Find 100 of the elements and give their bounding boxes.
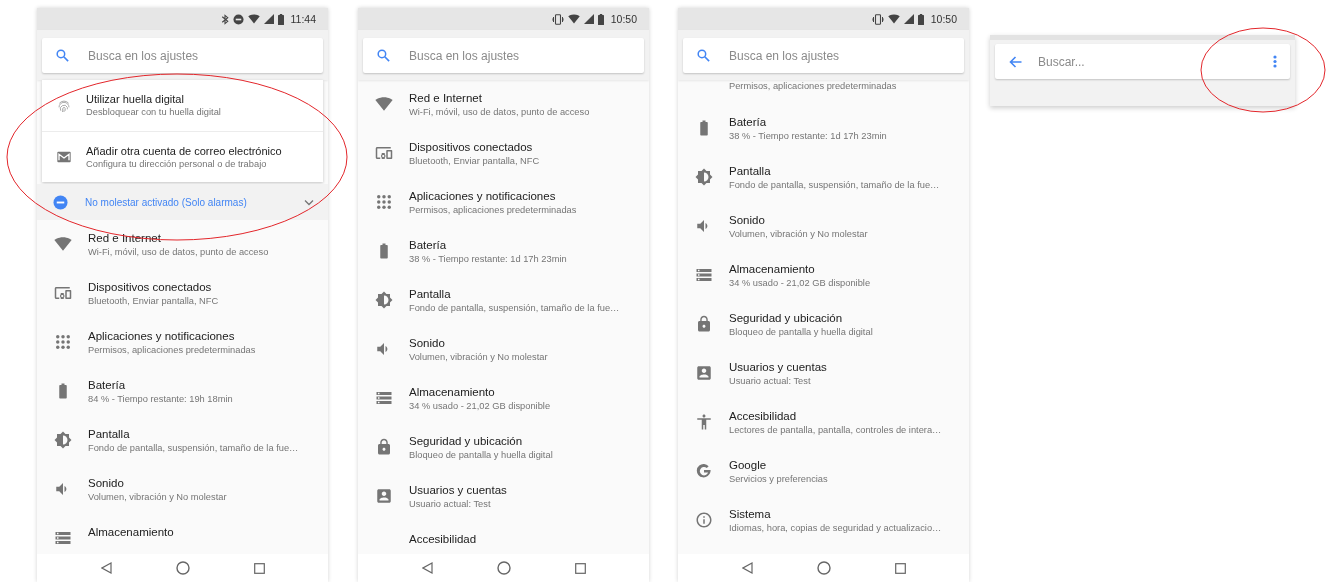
home-button[interactable]	[496, 561, 511, 575]
suggestion-title: Utilizar huella digital	[86, 92, 185, 106]
settings-item[interactable]: Batería 38 % - Tiempo restante: 1d 17h 23min	[678, 104, 969, 153]
grid-icon	[53, 333, 72, 351]
search-icon	[376, 48, 391, 63]
suggestion-item[interactable]: Utilizar huella digital Desbloquear con tu huella digital	[42, 80, 323, 131]
item-title: Sonido	[729, 213, 766, 228]
settings-item[interactable]: Sonido Volumen, vibración y No molestar	[678, 202, 969, 251]
recents-button[interactable]	[253, 562, 265, 574]
settings-item[interactable]: Usuarios y cuentas Usuario actual: Test	[678, 349, 969, 398]
home-button[interactable]	[175, 561, 190, 575]
item-title: Pantalla	[88, 427, 131, 442]
item-title: Dispositivos conectados	[88, 280, 213, 295]
search-field[interactable]: Busca en los ajustes	[42, 38, 323, 73]
settings-item[interactable]: Almacenamiento 34 % usado - 21,02 GB disponible	[678, 251, 969, 300]
devices-icon	[53, 284, 72, 302]
settings-item[interactable]: Aplicaciones y notificaciones Permisos, aplicaciones predeterminadas	[358, 178, 649, 227]
item-title: Almacenamiento	[409, 385, 496, 400]
recents-button[interactable]	[894, 562, 906, 574]
item-title: Almacenamiento	[88, 525, 175, 540]
settings-item[interactable]: Batería 84 % - Tiempo restante: 19h 18min	[37, 367, 328, 416]
item-title: Pantalla	[409, 287, 452, 302]
item-subtitle: 34 % usado - 21,02 GB disponible	[409, 400, 552, 413]
back-icon	[100, 562, 112, 574]
home-icon	[816, 561, 831, 575]
settings-item[interactable]: Seguridad y ubicación Bloqueo de pantalla y huella digital	[678, 300, 969, 349]
info-icon	[694, 511, 713, 529]
item-subtitle: Fondo de pantalla, suspensión, tamaño de la fue…	[88, 442, 300, 455]
item-subtitle: Permisos, aplicaciones predeterminadas	[409, 204, 578, 217]
back-arrow-icon[interactable]	[1009, 55, 1022, 68]
clock: 10:50	[930, 13, 957, 25]
search-input[interactable]: Buscar...	[1038, 54, 1257, 69]
item-title: Red e Internet	[409, 91, 483, 106]
settings-item[interactable]: Almacenamiento 34 % usado - 21,02 GB disponible	[358, 374, 649, 423]
item-subtitle: Bloqueo de pantalla y huella digital	[409, 449, 554, 462]
settings-item[interactable]: Sistema Idiomas, hora, copias de seguridad y actualizacio…	[678, 496, 969, 545]
back-button[interactable]	[100, 562, 112, 574]
vibrate-icon	[871, 13, 884, 25]
item-title: Almacenamiento	[729, 262, 816, 277]
item-subtitle: Fondo de pantalla, suspensión, tamaño de la fue…	[409, 302, 621, 315]
storage-icon	[374, 389, 393, 407]
settings-item[interactable]: Permisos, aplicaciones predeterminadas	[678, 80, 969, 104]
back-button[interactable]	[741, 562, 753, 574]
suggestion-item[interactable]: Añadir otra cuenta de correo electrónico Configura tu dirección personal o de trabajo	[42, 131, 323, 182]
brightness-icon	[694, 168, 713, 186]
grid-icon	[374, 193, 393, 211]
item-title: Sistema	[729, 507, 772, 522]
settings-item[interactable]: Dispositivos conectados Bluetooth, Enviar pantalla, NFC	[37, 269, 328, 318]
item-subtitle: 34 % usado - 21,02 GB disponible	[729, 277, 872, 290]
settings-item[interactable]: Google Servicios y preferencias	[678, 447, 969, 496]
item-subtitle: Volumen, vibración y No molestar	[88, 491, 228, 504]
item-subtitle: Usuario actual: Test	[409, 498, 492, 511]
settings-item[interactable]: Dispositivos conectados Bluetooth, Enviar pantalla, NFC	[358, 129, 649, 178]
more-icon[interactable]	[1273, 55, 1277, 68]
settings-item[interactable]: Pantalla Fondo de pantalla, suspensión, tamaño de la fue…	[37, 416, 328, 465]
item-subtitle: Volumen, vibración y No molestar	[729, 228, 869, 241]
item-subtitle: Idiomas, hora, copias de seguridad y actualizacio…	[729, 522, 943, 535]
signal-icon	[903, 14, 914, 24]
item-subtitle: Permisos, aplicaciones predeterminadas	[88, 344, 257, 357]
settings-item[interactable]: Accesibilidad Lectores de pantalla, pantalla, controles de intera…	[678, 398, 969, 447]
item-subtitle: Bloqueo de pantalla y huella digital	[729, 326, 874, 339]
settings-item[interactable]: Pantalla Fondo de pantalla, suspensión, tamaño de la fue…	[678, 153, 969, 202]
back-icon	[421, 562, 433, 574]
item-subtitle: Volumen, vibración y No molestar	[409, 351, 549, 364]
settings-item[interactable]: Sonido Volumen, vibración y No molestar	[37, 465, 328, 514]
item-title: Aplicaciones y notificaciones	[409, 189, 557, 204]
settings-item[interactable]: Usuarios y cuentas Usuario actual: Test	[358, 472, 649, 521]
vibrate-icon	[551, 13, 564, 25]
settings-item[interactable]: Accesibilidad	[358, 521, 649, 554]
home-button[interactable]	[816, 561, 831, 575]
recents-icon	[894, 562, 906, 574]
back-button[interactable]	[421, 562, 433, 574]
recents-icon	[574, 562, 586, 574]
devices-icon	[374, 144, 393, 162]
item-subtitle: Bluetooth, Enviar pantalla, NFC	[88, 295, 220, 308]
settings-item[interactable]: Red e Internet Wi-Fi, móvil, uso de datos, punto de acceso	[358, 80, 649, 129]
settings-item[interactable]: Aplicaciones y notificaciones Permisos, aplicaciones predeterminadas	[37, 318, 328, 367]
settings-item[interactable]: Almacenamiento	[37, 514, 328, 554]
settings-item[interactable]: Batería 38 % - Tiempo restante: 1d 17h 23min	[358, 227, 649, 276]
item-subtitle: Permisos, aplicaciones predeterminadas	[729, 80, 898, 93]
search-field[interactable]: Buscar...	[995, 44, 1290, 79]
item-subtitle: Lectores de pantalla, pantalla, controles de intera…	[729, 424, 943, 437]
search-field[interactable]: Busca en los ajustes	[363, 38, 644, 73]
item-subtitle: Bluetooth, Enviar pantalla, NFC	[409, 155, 541, 168]
settings-item[interactable]: Seguridad y ubicación Bloqueo de pantalla y huella digital	[358, 423, 649, 472]
search-field[interactable]: Busca en los ajustes	[683, 38, 964, 73]
bluetooth-icon	[220, 13, 229, 25]
search-icon	[55, 48, 70, 63]
item-subtitle: 38 % - Tiempo restante: 1d 17h 23min	[409, 253, 568, 266]
settings-item[interactable]: Pantalla Fondo de pantalla, suspensión, tamaño de la fue…	[358, 276, 649, 325]
item-subtitle: Fondo de pantalla, suspensión, tamaño de la fue…	[729, 179, 941, 192]
minus-circle-icon	[232, 13, 244, 25]
minus-circle-icon	[53, 194, 68, 210]
battery-icon	[917, 13, 924, 25]
g-logo-icon	[694, 462, 713, 480]
settings-item[interactable]: Sonido Volumen, vibración y No molestar	[358, 325, 649, 374]
item-subtitle: 38 % - Tiempo restante: 1d 17h 23min	[729, 130, 888, 143]
recents-button[interactable]	[574, 562, 586, 574]
item-title: Seguridad y ubicación	[409, 434, 524, 449]
item-subtitle: Usuario actual: Test	[729, 375, 812, 388]
